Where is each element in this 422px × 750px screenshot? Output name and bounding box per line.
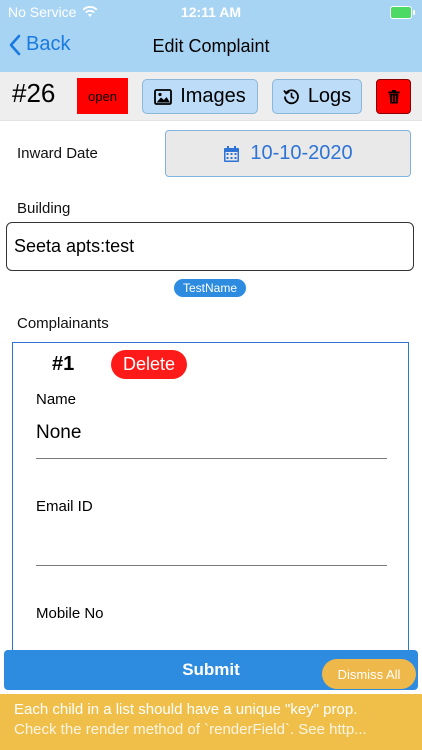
calendar-icon: [224, 145, 240, 162]
complainant-number: #1: [52, 353, 75, 375]
email-field[interactable]: [36, 529, 387, 561]
warning-text[interactable]: Each child in a list should have a uniqu…: [14, 700, 414, 740]
page-title: Edit Complaint: [152, 36, 270, 56]
warning-line-1: Each child in a list should have a uniqu…: [14, 701, 358, 718]
inward-date-label: Inward Date: [17, 145, 98, 162]
email-underline: [36, 565, 387, 566]
email-label: Email ID: [36, 498, 93, 515]
name-field[interactable]: None: [36, 422, 81, 444]
logs-button[interactable]: Logs: [272, 79, 362, 114]
inward-date-picker[interactable]: 10-10-2020: [165, 130, 411, 177]
name-underline: [36, 458, 387, 459]
status-badge[interactable]: open: [77, 78, 128, 114]
complainants-label: Complainants: [17, 315, 109, 332]
delete-complainant-button[interactable]: Delete: [111, 350, 187, 379]
building-label: Building: [17, 200, 71, 217]
images-label: Images: [180, 85, 246, 107]
status-time: 12:11 AM: [180, 4, 242, 20]
history-icon: [283, 89, 299, 105]
building-input[interactable]: Seeta apts:test: [6, 222, 414, 271]
mobile-label: Mobile No: [36, 605, 104, 622]
inward-date-value: 10-10-2020: [250, 142, 353, 164]
building-tag[interactable]: TestName: [174, 279, 246, 297]
trash-icon: [388, 89, 399, 103]
dismiss-all-button[interactable]: Dismiss All: [322, 659, 416, 689]
image-icon: [154, 88, 173, 105]
images-button[interactable]: Images: [142, 79, 258, 114]
battery-icon: [390, 6, 415, 19]
delete-complaint-button[interactable]: [376, 79, 411, 114]
logs-label: Logs: [307, 85, 352, 107]
warning-line-2: Check the render method of `renderField`…: [14, 721, 367, 738]
name-label: Name: [36, 391, 77, 408]
complaint-id: #26: [12, 78, 56, 108]
